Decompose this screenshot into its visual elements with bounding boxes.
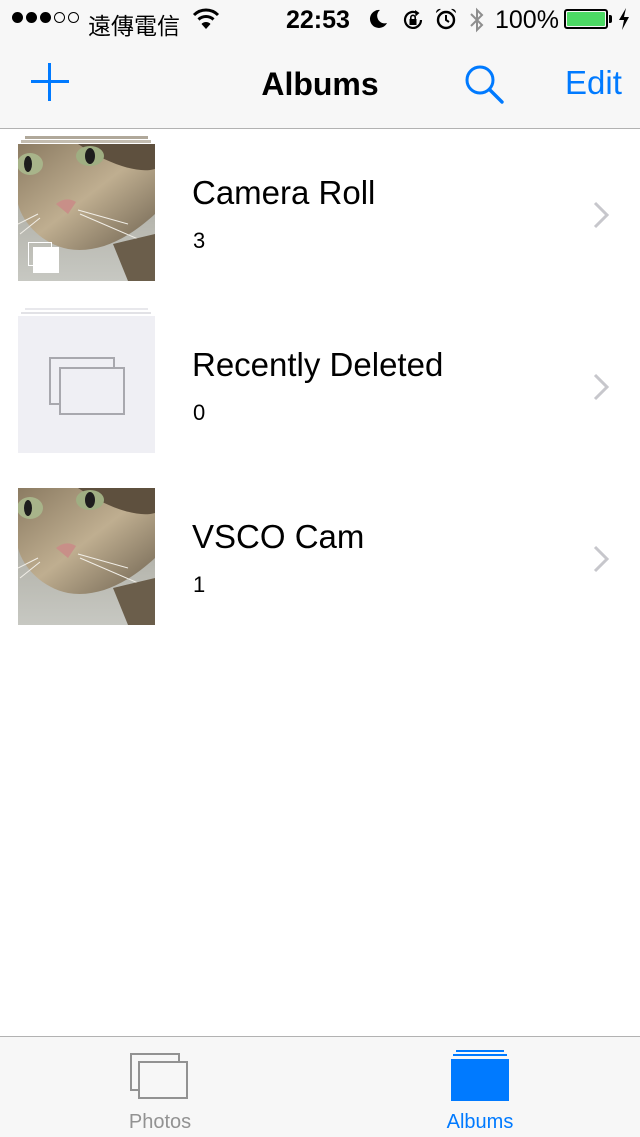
chevron-right-icon <box>593 201 610 229</box>
chevron-right-icon <box>593 545 610 573</box>
album-row-vsco-cam[interactable]: VSCO Cam 1 <box>0 472 640 644</box>
battery-icon <box>564 9 608 29</box>
search-icon[interactable] <box>462 62 506 106</box>
signal-strength-icon <box>12 12 79 23</box>
battery-level <box>567 12 605 26</box>
album-stack-edge <box>25 308 148 310</box>
rotation-lock-icon <box>403 10 423 29</box>
photos-tab-icon <box>130 1053 188 1099</box>
album-stack-edge <box>21 312 151 314</box>
tab-label: Photos <box>128 1111 192 1133</box>
album-stack-badge <box>33 247 59 273</box>
tab-label: Albums <box>446 1111 514 1133</box>
signal-dot <box>12 12 23 23</box>
carrier-name: 遠傳電信 <box>88 14 180 40</box>
tab-albums[interactable]: Albums <box>320 1037 640 1137</box>
album-row-recently-deleted[interactable]: Recently Deleted 0 <box>0 300 640 472</box>
page-title: Albums <box>261 66 379 102</box>
edit-button[interactable]: Edit <box>565 64 622 102</box>
status-bar: 遠傳電信 22:53 100% <box>0 0 640 40</box>
moon-icon <box>369 9 387 28</box>
wifi-icon <box>192 8 220 29</box>
signal-dot <box>40 12 51 23</box>
album-count: 1 <box>193 572 206 597</box>
album-name: Camera Roll <box>192 174 376 211</box>
album-row-camera-roll[interactable]: Camera Roll 3 <box>0 128 640 300</box>
album-name: VSCO Cam <box>192 518 365 555</box>
album-count: 0 <box>193 400 206 425</box>
album-stack-edge <box>25 136 148 139</box>
add-album-button[interactable] <box>30 62 70 102</box>
tab-bar: Photos Albums <box>0 1036 640 1137</box>
album-count: 3 <box>193 228 206 253</box>
albums-tab-icon <box>451 1050 509 1101</box>
album-thumbnail <box>18 488 155 625</box>
album-name: Recently Deleted <box>192 346 444 383</box>
clock-time: 22:53 <box>286 6 350 34</box>
signal-dot <box>26 12 37 23</box>
signal-dot <box>54 12 65 23</box>
navigation-bar: Albums Edit <box>0 40 640 129</box>
battery-percentage: 100% <box>495 6 559 34</box>
signal-dot <box>68 12 79 23</box>
tab-photos[interactable]: Photos <box>0 1037 320 1137</box>
album-stack-edge <box>21 140 151 143</box>
battery-tip <box>609 15 612 23</box>
bluetooth-icon <box>470 7 484 33</box>
empty-album-icon <box>49 357 125 415</box>
album-thumbnail <box>18 144 155 281</box>
charging-icon <box>619 8 629 30</box>
album-thumbnail-placeholder <box>18 316 155 453</box>
cat-photo <box>18 488 155 625</box>
alarm-icon <box>435 8 457 30</box>
chevron-right-icon <box>593 373 610 401</box>
